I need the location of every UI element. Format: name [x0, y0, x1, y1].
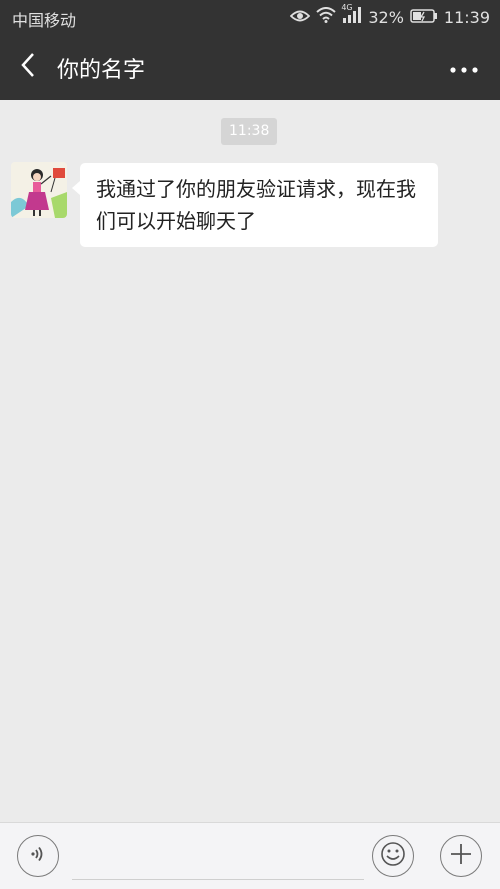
status-icons: 4G 32% 11:39 — [290, 3, 490, 28]
chat-area[interactable]: 11:38 我通过了你的朋友验证请求，现在我们可以开始聊天了 — [0, 100, 500, 822]
wifi-icon — [316, 7, 336, 27]
plus-icon — [448, 841, 474, 871]
message-bubble[interactable]: 我通过了你的朋友验证请求，现在我们可以开始聊天了 — [72, 163, 438, 247]
emoji-button[interactable] — [372, 835, 414, 877]
signal-icon: 4G — [341, 3, 362, 27]
battery-icon — [410, 8, 438, 27]
page-title: 你的名字 — [57, 58, 146, 83]
chat-header: 你的名字 — [0, 34, 500, 100]
more-options-button[interactable] — [444, 47, 484, 87]
chevron-left-icon — [20, 52, 36, 82]
voice-icon — [28, 844, 48, 868]
message-text: 我通过了你的朋友验证请求，现在我们可以开始聊天了 — [96, 177, 416, 233]
more-functions-button[interactable] — [440, 835, 482, 877]
network-type-label: 4G — [341, 3, 353, 12]
clock: 11:39 — [443, 7, 490, 27]
status-bar: 中国移动 4G 32% 11:39 — [0, 0, 500, 34]
voice-button[interactable] — [17, 835, 59, 877]
avatar[interactable] — [11, 162, 67, 218]
back-button[interactable] — [8, 47, 48, 87]
emoji-icon — [380, 841, 406, 871]
battery-percent: 32% — [368, 7, 404, 27]
input-bar — [0, 822, 500, 889]
eye-icon — [290, 8, 311, 27]
more-dots-icon — [450, 58, 478, 77]
message-timestamp: 11:38 — [221, 118, 278, 145]
message-input[interactable] — [72, 835, 364, 880]
carrier-name: 中国移动 — [12, 11, 77, 30]
